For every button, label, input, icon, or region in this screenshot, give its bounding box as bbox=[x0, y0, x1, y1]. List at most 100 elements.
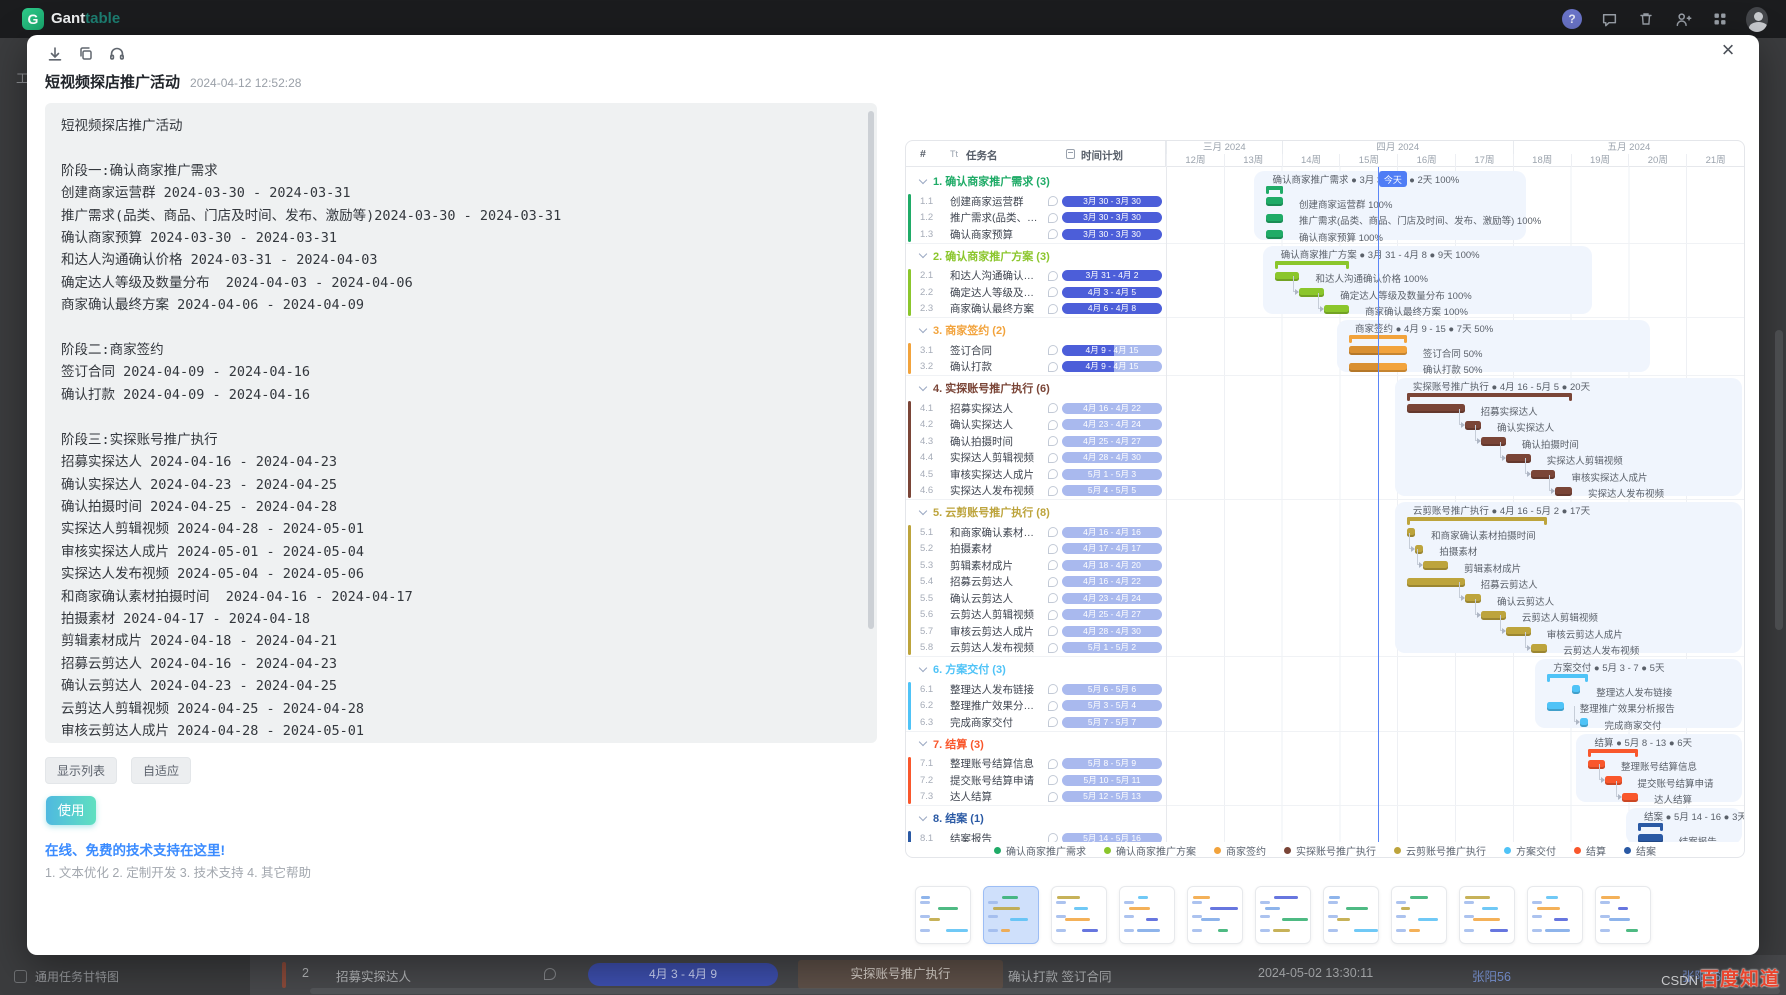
comment-icon[interactable] bbox=[1048, 527, 1058, 537]
task-bar[interactable] bbox=[1572, 685, 1580, 694]
support-link[interactable]: 在线、免费的技术支持在这里! bbox=[45, 839, 225, 859]
task-row[interactable]: 4.2确认实探达人4月 23 - 4月 24 bbox=[906, 417, 1166, 434]
task-row[interactable]: 7.3达人结算5月 12 - 5月 13 bbox=[906, 789, 1166, 806]
download-icon[interactable] bbox=[45, 44, 65, 64]
date-pill[interactable]: 5月 1 - 5月 2 bbox=[1062, 642, 1162, 653]
vertical-scrollbar[interactable] bbox=[1775, 330, 1783, 630]
task-row[interactable]: 5.6云剪达人剪辑视频4月 25 - 4月 27 bbox=[906, 607, 1166, 624]
comment-icon[interactable] bbox=[1048, 403, 1058, 413]
comment-icon[interactable] bbox=[1048, 229, 1058, 239]
gantt-thumbnail[interactable] bbox=[1051, 886, 1107, 944]
comment-icon[interactable] bbox=[1048, 436, 1058, 446]
sidebar-bottom-item[interactable]: 通用任务甘特图 bbox=[14, 968, 119, 985]
gantt-thumbnail[interactable] bbox=[1255, 886, 1311, 944]
column-name-header[interactable]: 任务名 bbox=[966, 148, 998, 163]
date-pill[interactable]: 4月 28 - 4月 30 bbox=[1062, 452, 1162, 463]
date-pill[interactable]: 4月 17 - 4月 17 bbox=[1062, 543, 1162, 554]
task-bar[interactable] bbox=[1266, 214, 1283, 223]
task-row[interactable]: 5.5确认云剪达人4月 23 - 4月 24 bbox=[906, 590, 1166, 607]
task-row[interactable]: 8.1结案报告5月 14 - 5月 16 bbox=[906, 830, 1166, 842]
column-plan-header[interactable]: 时间计划 bbox=[1081, 148, 1123, 163]
task-row[interactable]: 3.1签订合同4月 9 - 4月 15 bbox=[906, 342, 1166, 359]
avatar[interactable] bbox=[1746, 8, 1768, 30]
task-bar[interactable] bbox=[1407, 578, 1465, 587]
comment-icon[interactable] bbox=[1048, 610, 1058, 620]
task-row[interactable]: 4.3确认拍摄时间4月 25 - 4月 27 bbox=[906, 433, 1166, 450]
horizontal-scrollbar[interactable] bbox=[310, 988, 1780, 994]
group-row[interactable]: 8. 结案 (1) bbox=[906, 806, 1166, 830]
date-pill[interactable]: 3月 31 - 4月 2 bbox=[1062, 270, 1162, 281]
task-bar[interactable] bbox=[1407, 404, 1465, 413]
row-date-pill[interactable]: 4月 3 - 4月 9 bbox=[588, 963, 778, 986]
comment-icon[interactable] bbox=[1048, 577, 1058, 587]
date-pill[interactable]: 4月 25 - 4月 27 bbox=[1062, 609, 1162, 620]
comment-icon[interactable] bbox=[1048, 486, 1058, 496]
task-bar[interactable] bbox=[1531, 644, 1548, 653]
gantt-thumbnail[interactable] bbox=[1119, 886, 1175, 944]
comment-icon[interactable] bbox=[1048, 362, 1058, 372]
apps-icon[interactable] bbox=[1709, 8, 1731, 30]
date-pill[interactable]: 4月 23 - 4月 24 bbox=[1062, 593, 1162, 604]
row-user-link[interactable]: 张阳56 bbox=[1472, 966, 1511, 985]
comment-icon[interactable] bbox=[1048, 626, 1058, 636]
group-summary-bar[interactable] bbox=[1266, 186, 1283, 190]
comment-icon[interactable] bbox=[1048, 560, 1058, 570]
chevron-down-icon[interactable] bbox=[919, 250, 927, 258]
group-row[interactable]: 1. 确认商家推广需求 (3) bbox=[906, 169, 1166, 193]
row-group-chip[interactable]: 实探账号推广执行 bbox=[798, 960, 1003, 989]
help-icon[interactable]: ? bbox=[1561, 8, 1583, 30]
chat-icon[interactable] bbox=[1598, 8, 1620, 30]
chevron-down-icon[interactable] bbox=[919, 382, 927, 390]
date-pill[interactable]: 5月 7 - 5月 7 bbox=[1062, 717, 1162, 728]
comment-icon[interactable] bbox=[1048, 701, 1058, 711]
comment-icon[interactable] bbox=[1048, 453, 1058, 463]
gantt-thumbnail[interactable] bbox=[1187, 886, 1243, 944]
chevron-down-icon[interactable] bbox=[919, 175, 927, 183]
date-pill[interactable]: 5月 6 - 5月 6 bbox=[1062, 684, 1162, 695]
date-pill[interactable]: 5月 3 - 5月 4 bbox=[1062, 700, 1162, 711]
date-pill[interactable]: 4月 16 - 4月 22 bbox=[1062, 576, 1162, 587]
plan-text-panel[interactable]: 短视频探店推广活动 阶段一:确认商家推广需求创建商家运营群 2024-03-30… bbox=[45, 103, 877, 743]
task-row[interactable]: 5.8云剪达人发布视频5月 1 - 5月 2 bbox=[906, 640, 1166, 657]
comment-icon[interactable] bbox=[1048, 593, 1058, 603]
task-row[interactable]: 5.3剪辑素材成片4月 18 - 4月 20 bbox=[906, 557, 1166, 574]
group-summary-bar[interactable] bbox=[1407, 393, 1572, 397]
task-bar[interactable] bbox=[1423, 561, 1448, 570]
date-pill[interactable]: 3月 30 - 3月 30 bbox=[1062, 196, 1162, 207]
task-row[interactable]: 2.3商家确认最终方案4月 6 - 4月 8 bbox=[906, 301, 1166, 318]
gantt-thumbnail[interactable] bbox=[1459, 886, 1515, 944]
comment-icon[interactable] bbox=[1048, 345, 1058, 355]
comment-icon[interactable] bbox=[1048, 304, 1058, 314]
headset-icon[interactable] bbox=[107, 44, 127, 64]
task-row[interactable]: 6.2整理推广效果分析报告5月 3 - 5月 4 bbox=[906, 698, 1166, 715]
date-pill[interactable]: 3月 30 - 3月 30 bbox=[1062, 212, 1162, 223]
comment-icon[interactable] bbox=[544, 968, 556, 980]
gantt-thumbnail[interactable] bbox=[1391, 886, 1447, 944]
task-row[interactable]: 7.2提交账号结算申请5月 10 - 5月 11 bbox=[906, 772, 1166, 789]
task-bar[interactable] bbox=[1266, 230, 1283, 239]
chevron-down-icon[interactable] bbox=[919, 738, 927, 746]
trash-icon[interactable] bbox=[1635, 8, 1657, 30]
task-bar[interactable] bbox=[1324, 305, 1349, 314]
date-pill[interactable]: 4月 23 - 4月 24 bbox=[1062, 419, 1162, 430]
task-row[interactable]: 7.1整理账号结算信息5月 8 - 5月 9 bbox=[906, 756, 1166, 773]
group-summary-bar[interactable] bbox=[1407, 517, 1547, 521]
comment-icon[interactable] bbox=[1048, 196, 1058, 206]
task-bar[interactable] bbox=[1580, 718, 1588, 727]
date-pill[interactable]: 5月 4 - 5月 5 bbox=[1062, 485, 1162, 496]
group-summary-bar[interactable] bbox=[1275, 261, 1349, 265]
task-row[interactable]: 1.1创建商家运营群3月 30 - 3月 30 bbox=[906, 193, 1166, 210]
chevron-down-icon[interactable] bbox=[919, 812, 927, 820]
gantt-thumbnail[interactable] bbox=[915, 886, 971, 944]
group-summary-bar[interactable] bbox=[1547, 674, 1588, 678]
task-row[interactable]: 6.1整理达人发布链接5月 6 - 5月 6 bbox=[906, 681, 1166, 698]
task-row[interactable]: 2.2确定达人等级及数量分布4月 3 - 4月 5 bbox=[906, 284, 1166, 301]
show-list-button[interactable]: 显示列表 bbox=[45, 757, 117, 784]
comment-icon[interactable] bbox=[1048, 287, 1058, 297]
comment-icon[interactable] bbox=[1048, 717, 1058, 727]
date-pill[interactable]: 5月 14 - 5月 16 bbox=[1062, 833, 1162, 842]
invite-icon[interactable] bbox=[1672, 8, 1694, 30]
gantt-thumbnail[interactable] bbox=[1323, 886, 1379, 944]
group-row[interactable]: 4. 实探账号推广执行 (6) bbox=[906, 376, 1166, 400]
date-pill[interactable]: 4月 18 - 4月 20 bbox=[1062, 560, 1162, 571]
